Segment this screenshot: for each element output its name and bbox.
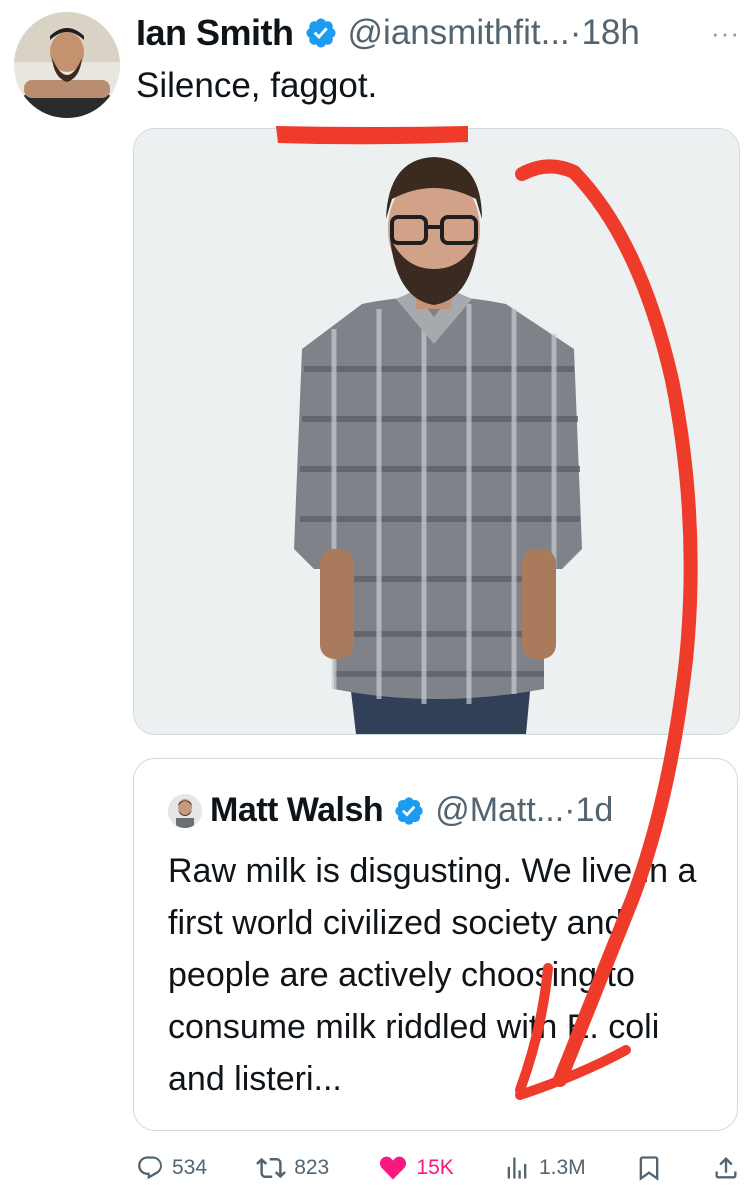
views-count: 1.3M (538, 1156, 586, 1179)
bookmark-icon (635, 1154, 663, 1182)
author-handle[interactable]: @iansmithfit... (348, 13, 570, 53)
tweet-text: Silence, faggot. (136, 66, 378, 105)
author-name[interactable]: Ian Smith (136, 12, 294, 54)
more-icon[interactable]: ··· (711, 18, 740, 49)
like-icon (378, 1153, 408, 1183)
views-icon (503, 1154, 531, 1182)
quoted-tweet-header: Matt Walsh @Matt... · 1d (168, 791, 613, 830)
reply-count: 534 (172, 1156, 208, 1179)
tweet-action-bar: 534 823 15K 1.3M (136, 1148, 740, 1188)
quoted-tweet-text: Raw milk is disgusting. We live in a fir… (168, 852, 697, 1098)
tweet-media-image[interactable] (133, 128, 740, 735)
share-icon (712, 1154, 740, 1182)
quoted-tweet-timestamp: 1d (575, 791, 614, 829)
quoted-author-handle: @Matt... (435, 791, 565, 829)
repost-icon (256, 1153, 287, 1183)
like-count: 15K (416, 1156, 454, 1179)
quoted-tweet[interactable]: Matt Walsh @Matt... · 1d Raw milk is dis… (133, 758, 738, 1131)
repost-button[interactable]: 823 (256, 1153, 329, 1183)
tweet-timestamp[interactable]: 18h (581, 13, 639, 53)
reply-icon (136, 1154, 164, 1182)
separator-dot: · (569, 13, 582, 52)
views-button[interactable]: 1.3M (503, 1154, 586, 1182)
verified-badge-icon (393, 795, 425, 827)
tweet-header: Ian Smith @iansmithfit... · 18h ··· (136, 10, 740, 56)
reply-button[interactable]: 534 (136, 1154, 207, 1182)
like-button[interactable]: 15K (378, 1153, 454, 1183)
share-button[interactable] (712, 1154, 740, 1182)
bookmark-button[interactable] (635, 1154, 663, 1182)
verified-badge-icon[interactable] (304, 16, 338, 50)
separator-dot: · (564, 791, 576, 829)
quoted-author-name: Matt Walsh (210, 791, 384, 829)
repost-count: 823 (294, 1156, 330, 1179)
author-avatar[interactable] (14, 12, 120, 118)
quoted-author-avatar (168, 793, 202, 828)
